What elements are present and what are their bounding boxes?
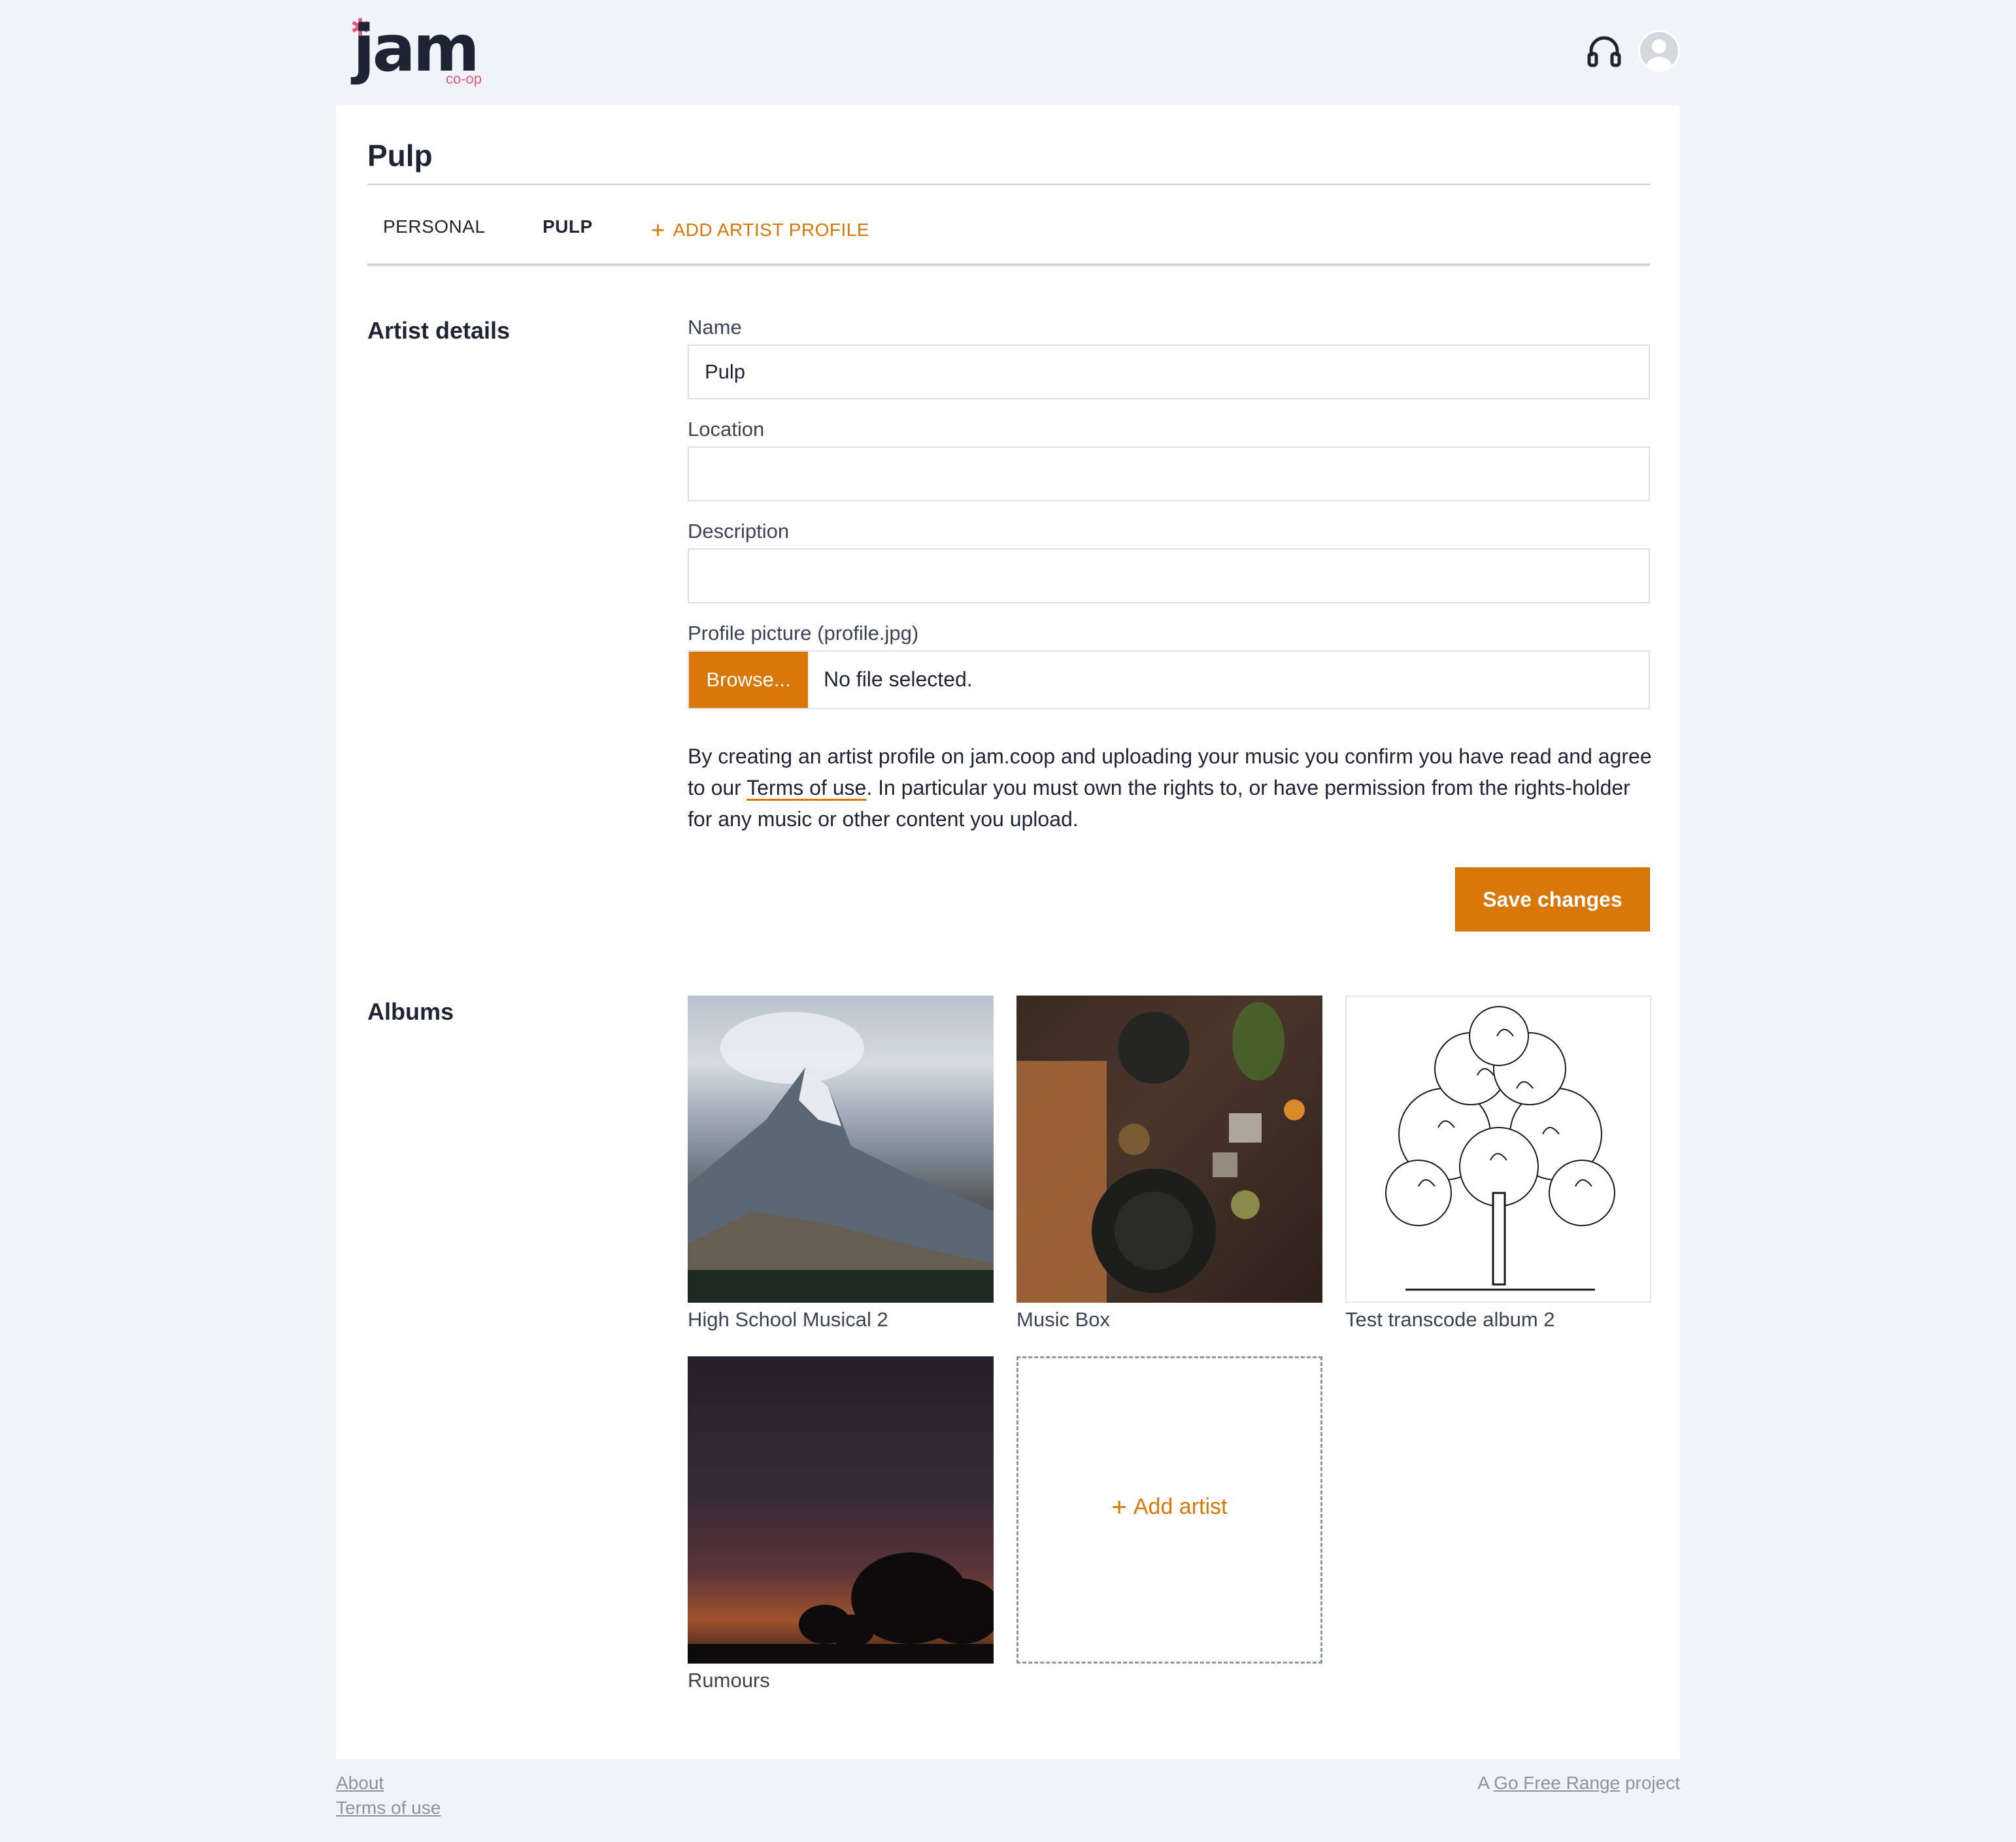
profile-picture-label: Profile picture (profile.jpg): [688, 622, 919, 645]
album-title[interactable]: Test transcode album 2: [1345, 1308, 1651, 1331]
page-title: Pulp: [367, 139, 433, 173]
user-avatar-icon[interactable]: [1638, 30, 1680, 72]
tab-personal[interactable]: PERSONAL: [383, 216, 486, 237]
save-changes-button[interactable]: Save changes: [1455, 867, 1650, 931]
name-label: Name: [688, 316, 742, 339]
logo-subtitle: co-op: [446, 71, 482, 87]
profile-picture-file-input[interactable]: Browse... No file selected.: [688, 650, 1650, 709]
album-cover-image[interactable]: [688, 1356, 994, 1664]
footer-terms-link[interactable]: Terms of use: [336, 1798, 441, 1818]
albums-heading: Albums: [367, 998, 454, 1025]
terms-of-use-link[interactable]: Terms of use: [747, 776, 866, 799]
file-status: No file selected.: [824, 667, 973, 691]
jam-logo[interactable]: ✱ jam co-op: [343, 12, 486, 97]
album-title[interactable]: High School Musical 2: [688, 1308, 994, 1331]
credit-suffix: project: [1620, 1773, 1680, 1793]
artist-details-heading: Artist details: [367, 317, 511, 344]
album-cover-image[interactable]: [1345, 996, 1651, 1303]
add-artist-label: Add artist: [1133, 1494, 1228, 1519]
headphones-icon[interactable]: [1585, 31, 1624, 71]
main-card: Pulp PERSONAL PULP + ADD ARTIST PROFILE A…: [336, 105, 1680, 1759]
plus-icon: +: [651, 216, 665, 243]
album-card[interactable]: High School Musical 2: [688, 996, 994, 1331]
description-label: Description: [688, 520, 790, 543]
credit-prefix: A: [1477, 1773, 1494, 1793]
footer-credit: A Go Free Range project: [1477, 1773, 1680, 1794]
add-artist-tile[interactable]: + Add artist: [1016, 1356, 1322, 1664]
add-artist-button[interactable]: + Add artist: [1018, 1493, 1320, 1522]
location-label: Location: [688, 418, 765, 441]
plus-icon: +: [1111, 1493, 1127, 1522]
title-divider: [367, 184, 1650, 185]
album-title[interactable]: Music Box: [1016, 1308, 1322, 1331]
go-free-range-link[interactable]: Go Free Range: [1494, 1773, 1620, 1793]
album-cover-image[interactable]: [1016, 996, 1322, 1303]
location-input[interactable]: [688, 446, 1650, 501]
site-header: ✱ jam co-op: [336, 12, 1680, 97]
album-cover-image[interactable]: [688, 996, 994, 1303]
footer-about-link[interactable]: About: [336, 1773, 384, 1794]
description-input[interactable]: [688, 548, 1650, 603]
album-card[interactable]: Rumours: [688, 1356, 994, 1692]
browse-button[interactable]: Browse...: [689, 652, 808, 708]
tab-pulp[interactable]: PULP: [543, 216, 593, 237]
tab-add-artist-profile[interactable]: + ADD ARTIST PROFILE: [651, 216, 869, 244]
album-title[interactable]: Rumours: [688, 1669, 994, 1692]
terms-notice: By creating an artist profile on jam.coo…: [688, 741, 1655, 835]
tab-add-label: ADD ARTIST PROFILE: [673, 220, 870, 240]
album-card[interactable]: Test transcode album 2: [1345, 996, 1651, 1331]
album-card[interactable]: Music Box: [1016, 996, 1322, 1331]
name-input[interactable]: [688, 344, 1650, 399]
